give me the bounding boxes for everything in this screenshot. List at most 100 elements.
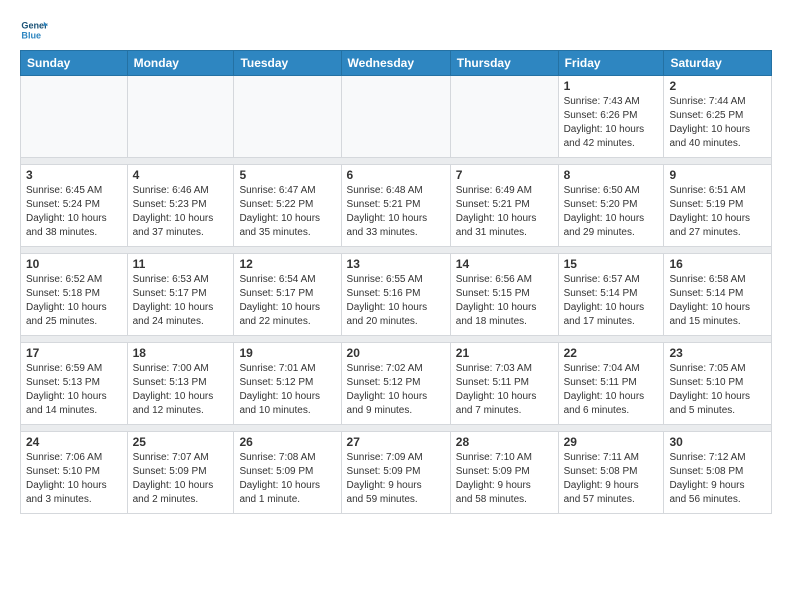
day-number: 18 [133,346,229,360]
day-info: Sunrise: 6:54 AM Sunset: 5:17 PM Dayligh… [239,273,335,329]
day-number: 4 [133,168,229,182]
calendar-cell [341,76,450,158]
day-number: 5 [239,168,335,182]
weekday-header-thursday: Thursday [450,51,558,76]
logo: General Blue [20,16,52,44]
day-number: 26 [239,435,335,449]
day-number: 9 [669,168,766,182]
day-number: 21 [456,346,553,360]
day-info: Sunrise: 6:46 AM Sunset: 5:23 PM Dayligh… [133,184,229,240]
day-number: 30 [669,435,766,449]
spacer-row [21,336,772,343]
day-number: 23 [669,346,766,360]
calendar-cell: 11Sunrise: 6:53 AM Sunset: 5:17 PM Dayli… [127,254,234,336]
day-info: Sunrise: 7:06 AM Sunset: 5:10 PM Dayligh… [26,451,122,507]
calendar-cell: 30 Sunrise: 7:12 AM Sunset: 5:08 PM Dayli… [664,432,772,514]
calendar-cell: 26 Sunrise: 7:08 AM Sunset: 5:09 PM Dayli… [234,432,341,514]
day-info: Sunrise: 7:12 AM Sunset: 5:08 PM Dayligh… [669,451,766,507]
calendar-cell: 28Sunrise: 7:10 AM Sunset: 5:09 PM Dayli… [450,432,558,514]
calendar-cell: 17 Sunrise: 6:59 AM Sunset: 5:13 PM Dayli… [21,343,128,425]
day-number: 8 [564,168,659,182]
logo-icon: General Blue [20,16,48,44]
calendar-cell: 13 Sunrise: 6:55 AM Sunset: 5:16 PM Dayli… [341,254,450,336]
calendar-cell: 20 Sunrise: 7:02 AM Sunset: 5:12 PM Dayli… [341,343,450,425]
calendar-cell: 19Sunrise: 7:01 AM Sunset: 5:12 PM Dayli… [234,343,341,425]
day-info: Sunrise: 7:08 AM Sunset: 5:09 PM Dayligh… [239,451,335,507]
day-info: Sunrise: 6:47 AM Sunset: 5:22 PM Dayligh… [239,184,335,240]
weekday-header-saturday: Saturday [664,51,772,76]
week-row-1: 1 Sunrise: 7:43 AM Sunset: 6:26 PM Daylig… [21,76,772,158]
calendar-cell: 23 Sunrise: 7:05 AM Sunset: 5:10 PM Dayli… [664,343,772,425]
day-info: Sunrise: 7:05 AM Sunset: 5:10 PM Dayligh… [669,362,766,418]
calendar-cell: 14Sunrise: 6:56 AM Sunset: 5:15 PM Dayli… [450,254,558,336]
day-number: 3 [26,168,122,182]
calendar-cell: 22Sunrise: 7:04 AM Sunset: 5:11 PM Dayli… [558,343,664,425]
calendar-cell: 15Sunrise: 6:57 AM Sunset: 5:14 PM Dayli… [558,254,664,336]
spacer-row [21,425,772,432]
weekday-header-tuesday: Tuesday [234,51,341,76]
day-info: Sunrise: 7:04 AM Sunset: 5:11 PM Dayligh… [564,362,659,418]
weekday-header-friday: Friday [558,51,664,76]
calendar-cell [127,76,234,158]
day-info: Sunrise: 7:43 AM Sunset: 6:26 PM Dayligh… [564,95,659,151]
calendar-table: SundayMondayTuesdayWednesdayThursdayFrid… [20,50,772,514]
day-info: Sunrise: 7:02 AM Sunset: 5:12 PM Dayligh… [347,362,445,418]
day-number: 16 [669,257,766,271]
weekday-header-sunday: Sunday [21,51,128,76]
day-number: 11 [133,257,229,271]
day-number: 15 [564,257,659,271]
weekday-header-monday: Monday [127,51,234,76]
header: General Blue [20,16,772,44]
day-info: Sunrise: 7:07 AM Sunset: 5:09 PM Dayligh… [133,451,229,507]
calendar-cell: 24 Sunrise: 7:06 AM Sunset: 5:10 PM Dayli… [21,432,128,514]
day-info: Sunrise: 6:51 AM Sunset: 5:19 PM Dayligh… [669,184,766,240]
calendar-cell: 1 Sunrise: 7:43 AM Sunset: 6:26 PM Daylig… [558,76,664,158]
week-row-5: 24 Sunrise: 7:06 AM Sunset: 5:10 PM Dayli… [21,432,772,514]
day-number: 12 [239,257,335,271]
calendar-cell: 29Sunrise: 7:11 AM Sunset: 5:08 PM Dayli… [558,432,664,514]
day-number: 13 [347,257,445,271]
calendar-cell: 6Sunrise: 6:48 AM Sunset: 5:21 PM Daylig… [341,165,450,247]
weekday-header-wednesday: Wednesday [341,51,450,76]
calendar-cell: 12 Sunrise: 6:54 AM Sunset: 5:17 PM Dayli… [234,254,341,336]
day-info: Sunrise: 7:44 AM Sunset: 6:25 PM Dayligh… [669,95,766,151]
calendar-cell: 9 Sunrise: 6:51 AM Sunset: 5:19 PM Daylig… [664,165,772,247]
day-info: Sunrise: 6:59 AM Sunset: 5:13 PM Dayligh… [26,362,122,418]
calendar-cell: 3Sunrise: 6:45 AM Sunset: 5:24 PM Daylig… [21,165,128,247]
day-info: Sunrise: 6:50 AM Sunset: 5:20 PM Dayligh… [564,184,659,240]
calendar-cell: 4 Sunrise: 6:46 AM Sunset: 5:23 PM Daylig… [127,165,234,247]
page-container: General Blue SundayMondayTuesdayWednesda… [0,0,792,524]
day-number: 1 [564,79,659,93]
spacer-cell [21,158,772,165]
calendar-cell: 2 Sunrise: 7:44 AM Sunset: 6:25 PM Daylig… [664,76,772,158]
day-number: 2 [669,79,766,93]
day-number: 17 [26,346,122,360]
day-number: 24 [26,435,122,449]
calendar-cell [450,76,558,158]
calendar-cell: 25 Sunrise: 7:07 AM Sunset: 5:09 PM Dayli… [127,432,234,514]
calendar-cell [234,76,341,158]
svg-text:Blue: Blue [21,30,41,40]
day-number: 19 [239,346,335,360]
spacer-cell [21,425,772,432]
day-info: Sunrise: 7:09 AM Sunset: 5:09 PM Dayligh… [347,451,445,507]
calendar-cell: 7Sunrise: 6:49 AM Sunset: 5:21 PM Daylig… [450,165,558,247]
calendar-cell: 27 Sunrise: 7:09 AM Sunset: 5:09 PM Dayli… [341,432,450,514]
day-number: 28 [456,435,553,449]
day-number: 6 [347,168,445,182]
calendar-cell: 18Sunrise: 7:00 AM Sunset: 5:13 PM Dayli… [127,343,234,425]
spacer-cell [21,336,772,343]
week-row-2: 3Sunrise: 6:45 AM Sunset: 5:24 PM Daylig… [21,165,772,247]
day-number: 25 [133,435,229,449]
calendar-cell [21,76,128,158]
day-info: Sunrise: 6:55 AM Sunset: 5:16 PM Dayligh… [347,273,445,329]
calendar-cell: 16Sunrise: 6:58 AM Sunset: 5:14 PM Dayli… [664,254,772,336]
week-row-4: 17 Sunrise: 6:59 AM Sunset: 5:13 PM Dayli… [21,343,772,425]
spacer-row [21,158,772,165]
day-number: 20 [347,346,445,360]
day-info: Sunrise: 6:56 AM Sunset: 5:15 PM Dayligh… [456,273,553,329]
day-number: 27 [347,435,445,449]
week-row-3: 10Sunrise: 6:52 AM Sunset: 5:18 PM Dayli… [21,254,772,336]
spacer-row [21,247,772,254]
day-number: 7 [456,168,553,182]
